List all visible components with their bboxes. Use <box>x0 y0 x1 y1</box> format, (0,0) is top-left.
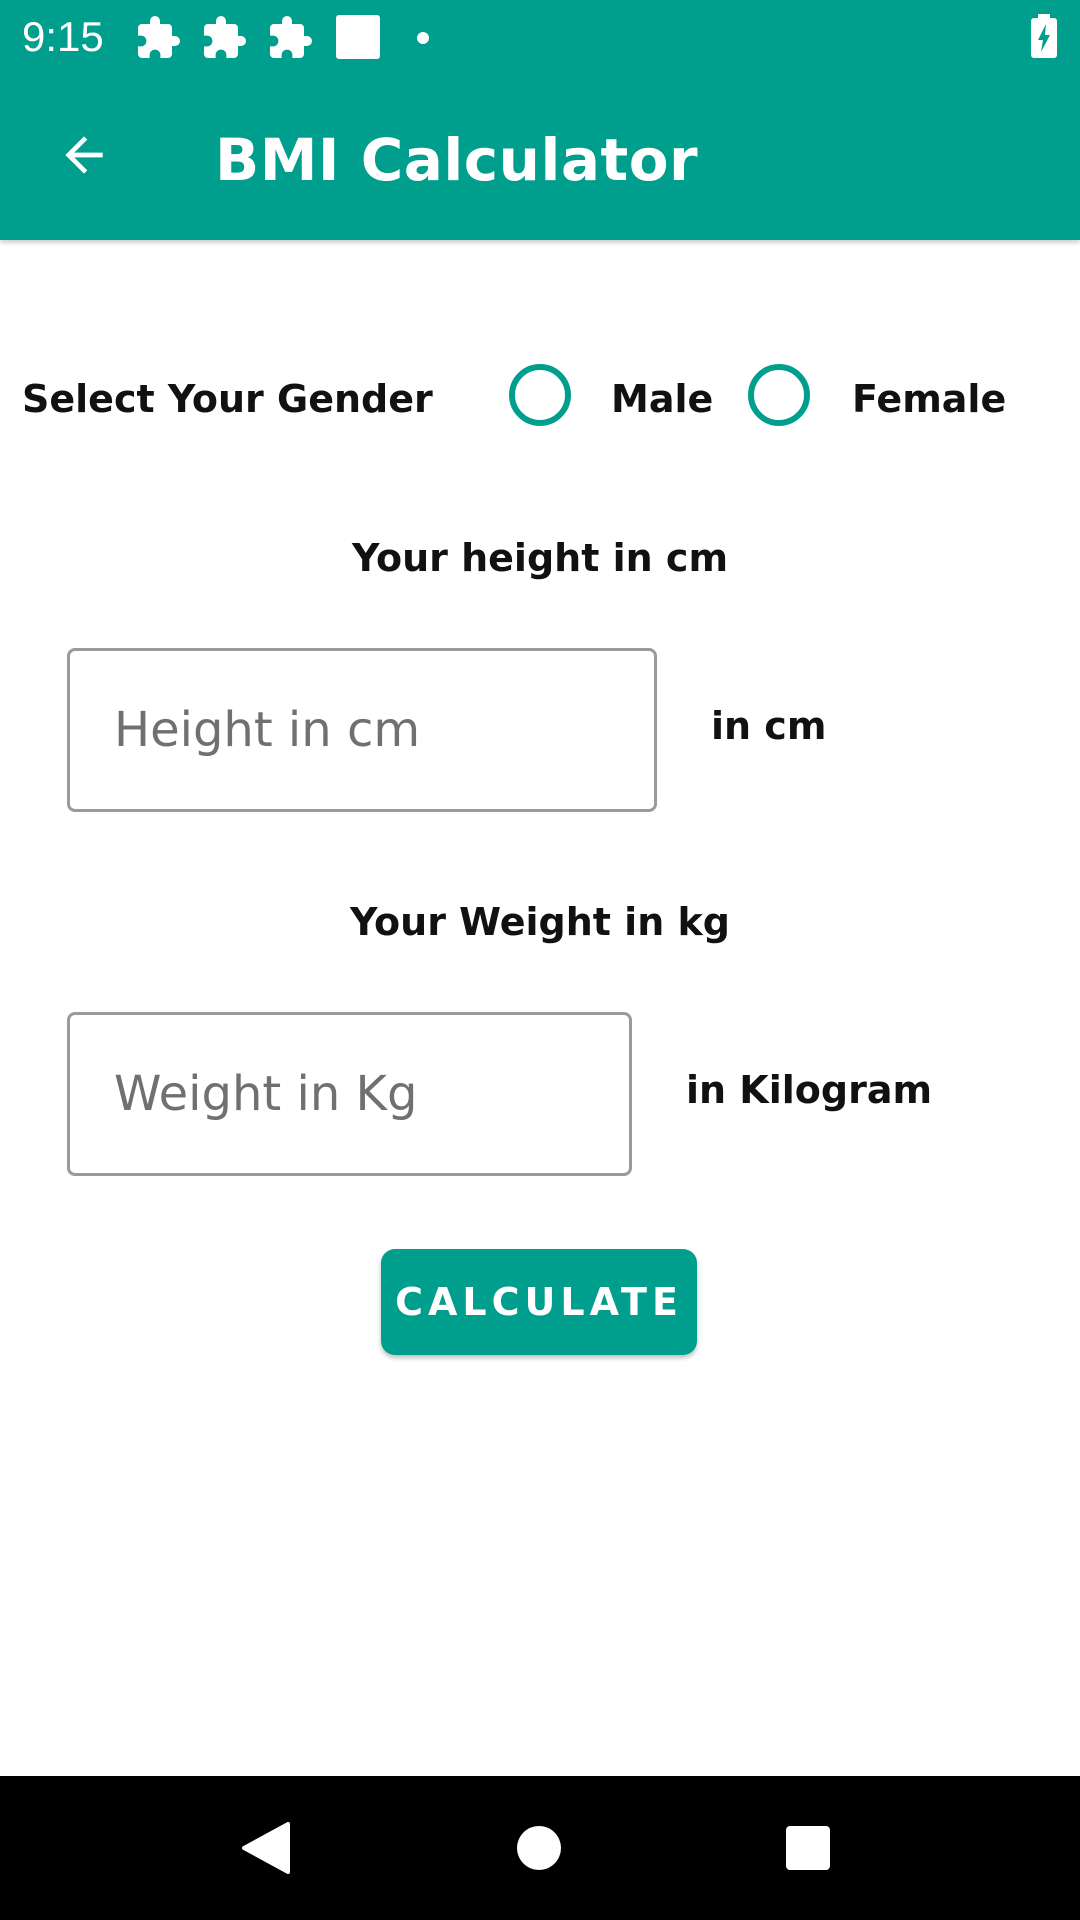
puzzle-icon <box>134 14 182 66</box>
height-heading: Your height in cm <box>351 536 729 580</box>
radio-male[interactable] <box>509 364 571 426</box>
nav-home-button[interactable] <box>489 1798 589 1898</box>
weight-input[interactable] <box>67 1012 632 1176</box>
status-time: 9:15 <box>22 13 104 60</box>
page-title: BMI Calculator <box>215 126 699 194</box>
dot-icon <box>416 30 430 49</box>
puzzle-icon <box>266 14 314 66</box>
puzzle-icon <box>200 14 248 66</box>
nav-recents-button[interactable] <box>758 1798 858 1898</box>
app-bar: BMI Calculator <box>0 75 1080 240</box>
radio-female[interactable] <box>748 364 810 426</box>
back-triangle-icon <box>242 1822 290 1874</box>
nav-back-button[interactable] <box>216 1798 316 1898</box>
weight-heading: Your Weight in kg <box>350 900 730 944</box>
calculate-button[interactable]: CALCULATE <box>381 1249 697 1355</box>
battery-charging-icon <box>1030 14 1058 62</box>
weight-unit-label: in Kilogram <box>686 1068 933 1112</box>
radio-female-label[interactable]: Female <box>852 376 1006 422</box>
recents-square-icon <box>786 1826 830 1870</box>
bmi-calculator-screen: 9:15 BMI Calculator Select Your Gender M… <box>0 0 1080 1920</box>
square-icon <box>335 14 381 64</box>
height-input[interactable] <box>67 648 657 812</box>
height-unit-label: in cm <box>711 704 827 748</box>
home-circle-icon <box>517 1826 561 1870</box>
status-bar: 9:15 <box>0 0 1080 75</box>
radio-male-label[interactable]: Male <box>611 376 713 422</box>
navigation-bar <box>0 1776 1080 1920</box>
back-button[interactable] <box>44 115 124 195</box>
arrow-left-icon <box>65 136 103 174</box>
gender-label: Select Your Gender <box>22 377 433 421</box>
